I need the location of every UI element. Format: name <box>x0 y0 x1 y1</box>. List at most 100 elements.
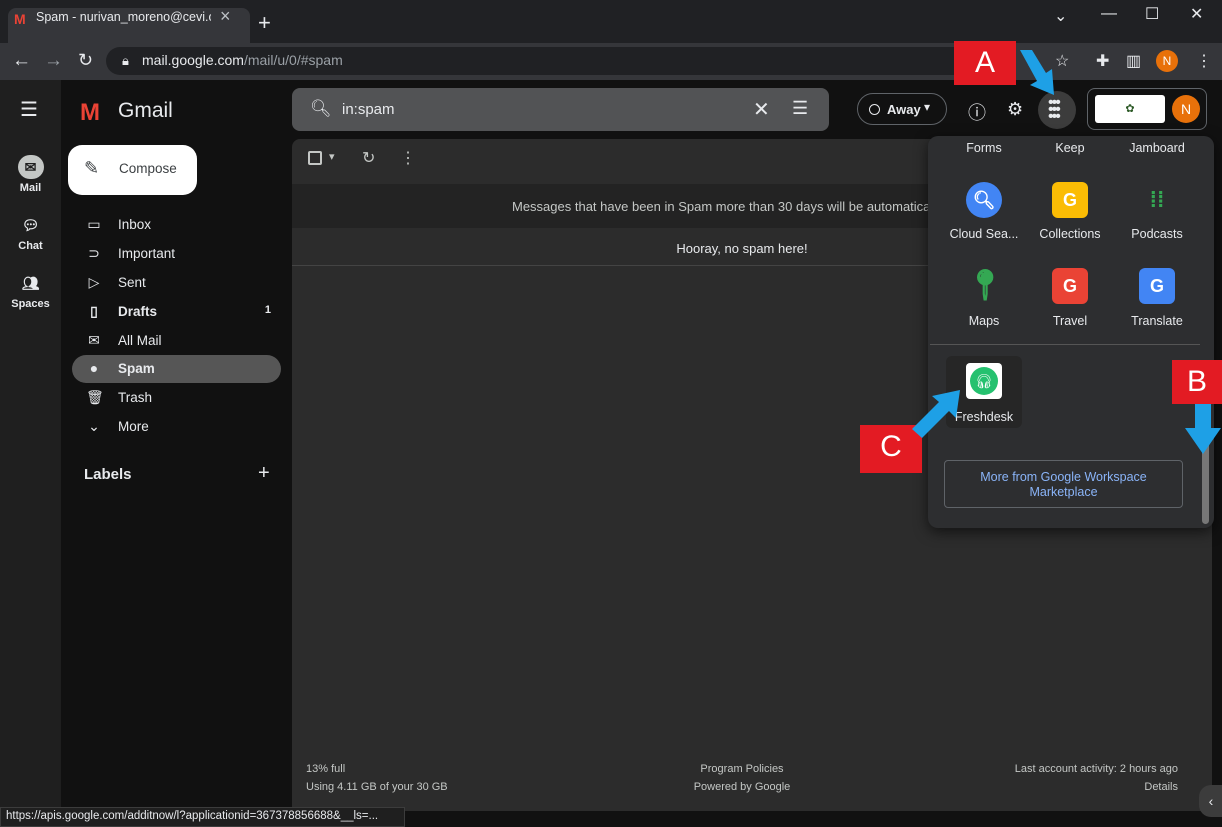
annotation-arrow-b-icon <box>1185 404 1221 454</box>
rail-item-chat[interactable]: 💬︎ Chat <box>0 213 61 252</box>
travel-icon[interactable]: G <box>1052 268 1088 304</box>
podcasts-icon[interactable]: ⁞⁞ <box>1139 182 1175 218</box>
help-icon[interactable]: ⓘ <box>968 99 986 125</box>
url-path: /mail/u/0/#spam <box>243 52 343 68</box>
sidebar-item-sent[interactable]: ▷ Sent <box>72 269 281 297</box>
account-avatar[interactable]: N <box>1172 95 1200 123</box>
collapse-side-panel-button[interactable]: ‹ <box>1199 785 1222 817</box>
maximize-window-button[interactable]: ☐ <box>1145 4 1159 24</box>
sidebar-item-important[interactable]: ⊃ Important <box>72 240 281 268</box>
sidebar-item-drafts[interactable]: ▯ Drafts 1 <box>72 298 281 326</box>
search-bar[interactable]: 🔍︎ in:spam ✕ ☰ <box>292 88 829 131</box>
headset-icon: 🎧︎ <box>970 367 998 395</box>
select-all-checkbox[interactable] <box>308 151 322 165</box>
reload-button[interactable]: ↻ <box>78 50 93 71</box>
drafts-icon: ▯ <box>90 303 98 319</box>
gear-icon[interactable]: ⚙ <box>1007 99 1023 120</box>
search-icon[interactable]: 🔍︎ <box>310 99 332 119</box>
extensions-icon[interactable]: ✚ <box>1096 51 1109 71</box>
chevron-down-icon: ⌄ <box>88 418 100 434</box>
sent-icon: ▷ <box>88 274 100 290</box>
sidebar-item-label: All Mail <box>118 333 162 348</box>
annotation-arrow-c-icon <box>912 390 960 438</box>
url-host: mail.google.com <box>142 52 244 68</box>
freshdesk-icon[interactable]: 🎧︎ <box>966 363 1002 399</box>
browser-menu-icon[interactable]: ⋮ <box>1196 51 1212 71</box>
storage-detail: Using 4.11 GB of your 30 GB <box>306 781 448 793</box>
select-caret-icon[interactable]: ▾ <box>329 150 335 163</box>
storage-info[interactable]: 13% full Using 4.11 GB of your 30 GB <box>306 760 448 796</box>
powered-by-text: Powered by Google <box>693 781 791 793</box>
annotation-arrow-a-icon <box>1020 50 1054 95</box>
collections-icon[interactable]: G <box>1052 182 1088 218</box>
new-tab-button[interactable]: + <box>258 10 271 36</box>
app-maps[interactable]: Maps <box>941 314 1027 328</box>
rail-item-label: Mail <box>19 182 42 194</box>
close-tab-icon[interactable]: × <box>220 6 231 27</box>
mail-icon: ✉ <box>17 155 44 179</box>
annotation-label-b: B <box>1172 360 1222 404</box>
all-mail-icon: ✉ <box>88 332 100 348</box>
workspace-marketplace-button[interactable]: More from Google Workspace Marketplace <box>944 460 1183 508</box>
search-input[interactable]: in:spam <box>342 101 395 118</box>
app-travel[interactable]: Travel <box>1027 314 1113 328</box>
tab-search-icon[interactable]: ⌄ <box>1054 6 1067 26</box>
rail-item-label: Chat <box>18 240 43 252</box>
translate-icon[interactable]: G <box>1139 268 1175 304</box>
app-cloud-search[interactable]: Cloud Sea... <box>941 227 1027 241</box>
trash-icon: 🗑︎ <box>86 389 104 405</box>
minimize-window-button[interactable]: — <box>1101 5 1117 23</box>
main-menu-icon[interactable]: ☰ <box>20 97 38 122</box>
sidebar-item-label: Drafts <box>118 304 158 319</box>
status-label: Away <box>887 102 921 117</box>
sidebar-item-trash[interactable]: 🗑︎ Trash <box>72 384 281 412</box>
app-name[interactable]: Gmail <box>118 99 173 123</box>
organization-logo: ✿ <box>1095 95 1165 123</box>
url-text[interactable]: mail.google.com/mail/u/0/#spam <box>142 52 343 68</box>
app-keep[interactable]: Keep <box>1027 141 1113 155</box>
app-forms[interactable]: Forms <box>941 141 1027 155</box>
app-translate[interactable]: Translate <box>1114 314 1200 328</box>
sidebar-item-inbox[interactable]: ▭ Inbox <box>72 211 281 239</box>
sidebar-item-label: Important <box>118 246 176 261</box>
sidebar-item-label: Trash <box>118 390 153 405</box>
spaces-icon: 👥︎ <box>21 275 40 291</box>
tab-title: Spam - nurivan_moreno@cevi.org <box>36 10 211 24</box>
app-collections[interactable]: Collections <box>1027 227 1113 241</box>
labels-heading: Labels <box>84 466 132 483</box>
program-policies-link[interactable]: Program Policies <box>672 760 812 778</box>
rail-item-spaces[interactable]: 👥︎ Spaces <box>0 271 61 310</box>
inbox-icon: ▭ <box>87 216 101 232</box>
add-label-icon[interactable]: + <box>258 462 270 485</box>
search-options-icon[interactable]: ☰ <box>792 98 808 119</box>
close-window-button[interactable]: ✕ <box>1190 4 1203 24</box>
side-panel-icon[interactable]: ▥ <box>1126 51 1141 71</box>
sidebar-item-label: Spam <box>118 361 155 376</box>
sidebar-item-spam[interactable]: ● Spam <box>72 355 281 383</box>
compose-label: Compose <box>119 161 177 176</box>
sidebar-item-all-mail[interactable]: ✉ All Mail <box>72 327 281 355</box>
cloud-search-icon[interactable]: 🔍︎ <box>966 182 1002 218</box>
footer-links: Program Policies Powered by Google <box>672 760 812 796</box>
compose-button[interactable]: ✎ Compose <box>68 145 197 195</box>
app-podcasts[interactable]: Podcasts <box>1114 227 1200 241</box>
drafts-count: 1 <box>264 304 271 316</box>
sidebar-item-more[interactable]: ⌄ More <box>72 413 281 441</box>
forward-button[interactable]: → <box>44 50 63 72</box>
browser-profile-avatar[interactable]: N <box>1156 50 1178 72</box>
more-options-icon[interactable]: ⋮ <box>400 148 416 168</box>
rail-item-mail[interactable]: ✉ Mail <box>0 155 61 194</box>
clear-search-icon[interactable]: ✕ <box>753 97 770 122</box>
details-link[interactable]: Details <box>978 778 1178 796</box>
maps-icon[interactable]: 📍︎ <box>966 268 1004 304</box>
back-button[interactable]: ← <box>12 50 31 72</box>
refresh-icon[interactable]: ↻ <box>362 148 375 168</box>
lock-icon[interactable]: 🔒︎ <box>122 53 129 69</box>
account-switcher[interactable]: ✿ N <box>1087 88 1207 130</box>
status-selector[interactable]: Away ▾ <box>857 93 947 125</box>
panel-divider <box>930 344 1200 345</box>
chat-icon: 💬︎ <box>21 217 40 233</box>
app-jamboard[interactable]: Jamboard <box>1114 141 1200 155</box>
gmail-logo-icon[interactable]: M <box>80 99 100 127</box>
annotation-label-a: A <box>954 41 1016 85</box>
